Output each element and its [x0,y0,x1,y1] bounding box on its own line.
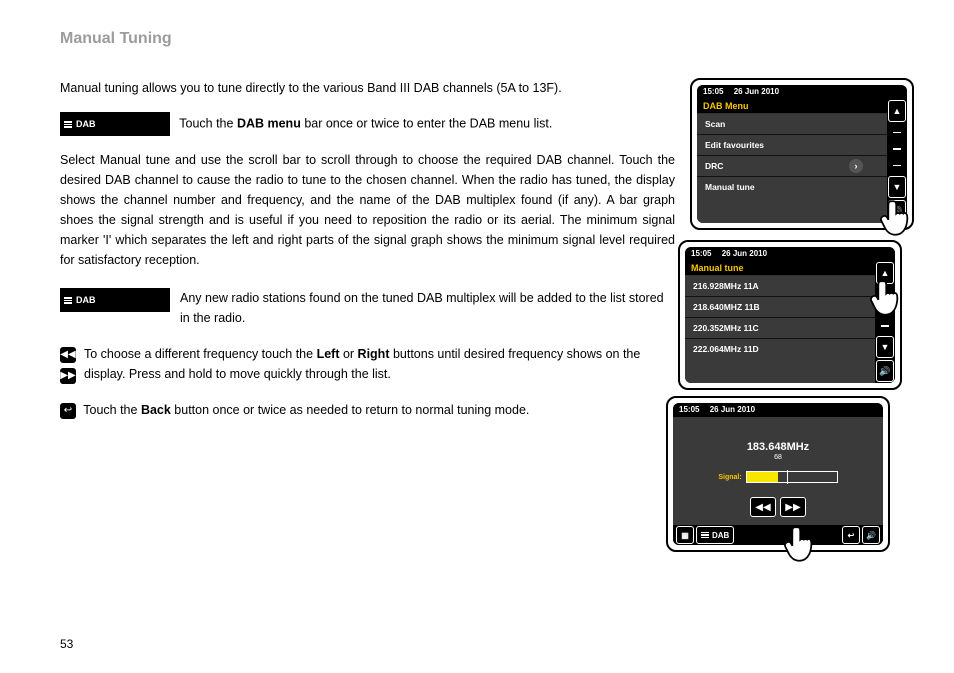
status-time: 15:05 [691,249,711,258]
channel-row[interactable]: 216.928MHz 11A [685,276,875,297]
paragraph-manual-tune: Select Manual tune and use the scroll ba… [60,150,675,270]
menu-item-manual-tune[interactable]: Manual tune [697,177,887,217]
signal-row: Signal: [673,471,883,483]
back-icon: ↩ [60,403,76,419]
tuned-sub: 68 [673,454,883,461]
status-date: 26 Jun 2010 [710,405,755,414]
scroll-up-button[interactable]: ▲ [876,262,894,284]
channel-row[interactable]: 222.064MHz 11D [685,339,875,359]
screen-dab-menu: 15:05 26 Jun 2010 DAB Menu Scan Edit fav… [690,78,914,230]
text-fragment: Any new radio stations found on the tune… [180,288,675,328]
scroll-track[interactable] [893,124,901,174]
scroll-down-button[interactable]: ▼ [876,336,894,358]
new-stations-note: DAB Any new radio stations found on the … [60,288,675,328]
text-fragment: or [339,347,357,361]
volume-button[interactable]: 🔊 [888,200,906,222]
freq-left-button[interactable]: ◀◀ [750,497,776,517]
dab-label: DAB [712,531,729,540]
status-time: 15:05 [703,87,723,96]
text-fragment: Touch the [179,116,237,130]
signal-fill [747,472,779,482]
signal-min-marker [787,470,788,484]
forward-icon: ▶▶ [60,368,76,384]
channel-row[interactable]: 218.640MHZ 11B [685,297,875,318]
text-fragment: Touch the [83,403,141,417]
text-fragment: To choose a different frequency touch th… [84,347,317,361]
volume-button[interactable]: 🔊 [862,526,880,544]
bold-text: Back [141,403,171,417]
menu-item-drc[interactable]: DRC › [697,156,887,177]
dab-chip: DAB [60,112,170,136]
scroll-up-button[interactable]: ▲ [888,100,906,122]
menu-bars-icon [64,120,72,129]
screen-manual-tune-list: 15:05 26 Jun 2010 Manual tune 216.928MHz… [678,240,902,390]
grid-button[interactable]: ▦ [676,526,694,544]
dab-chip-label: DAB [76,119,96,129]
page-number: 53 [60,637,73,651]
page-title: Manual Tuning [60,30,172,48]
dab-chip-label: DAB [76,295,96,305]
bold-text: DAB menu [237,116,301,130]
screen-heading: DAB Menu [697,99,887,114]
menu-label: DRC [705,161,723,171]
scroll-down-button[interactable]: ▼ [888,176,906,198]
menu-bars-icon [64,296,72,305]
dab-menu-button[interactable]: DAB [696,526,734,544]
scroll-column: ▲ ▼ 🔊 [887,99,907,223]
chevron-right-icon[interactable]: › [849,159,863,173]
status-date: 26 Jun 2010 [722,249,767,258]
freq-right-button[interactable]: ▶▶ [780,497,806,517]
status-bar: 15:05 26 Jun 2010 [673,403,883,417]
text-fragment: bar once or twice to enter the DAB menu … [301,116,553,130]
volume-button[interactable]: 🔊 [876,360,894,382]
menu-item-scan[interactable]: Scan [697,114,887,135]
status-date: 26 Jun 2010 [734,87,779,96]
bold-text: Right [358,347,390,361]
status-bar: 15:05 26 Jun 2010 [685,247,895,261]
signal-bar [746,471,838,483]
signal-label: Signal: [718,474,741,481]
dab-menu-instruction: DAB Touch the DAB menu bar once or twice… [60,112,675,136]
scroll-column: ▲ ▼ 🔊 [875,261,895,383]
intro-text: Manual tuning allows you to tune directl… [60,78,675,98]
status-bar: 15:05 26 Jun 2010 [697,85,907,99]
menu-bars-icon [701,531,709,540]
text-fragment: button once or twice as needed to return… [171,403,530,417]
frequency-nav-text: ◀◀ ▶▶ To choose a different frequency to… [60,344,675,384]
back-button[interactable]: ↩ [842,526,860,544]
screen-heading: Manual tune [685,261,875,276]
tuned-frequency: 183.648MHz [673,441,883,453]
status-time: 15:05 [679,405,699,414]
bold-text: Left [317,347,340,361]
rewind-icon: ◀◀ [60,347,76,363]
dab-chip: DAB [60,288,170,312]
bottom-bar: ▦ DAB ↩ 🔊 [673,525,883,545]
channel-row[interactable]: 220.352MHz 11C [685,318,875,339]
scroll-track[interactable] [881,286,889,334]
back-instruction: ↩ Touch the Back button once or twice as… [60,400,675,420]
menu-item-edit-favourites[interactable]: Edit favourites [697,135,887,156]
screen-tuning: 15:05 26 Jun 2010 183.648MHz 68 Signal: … [666,396,890,552]
